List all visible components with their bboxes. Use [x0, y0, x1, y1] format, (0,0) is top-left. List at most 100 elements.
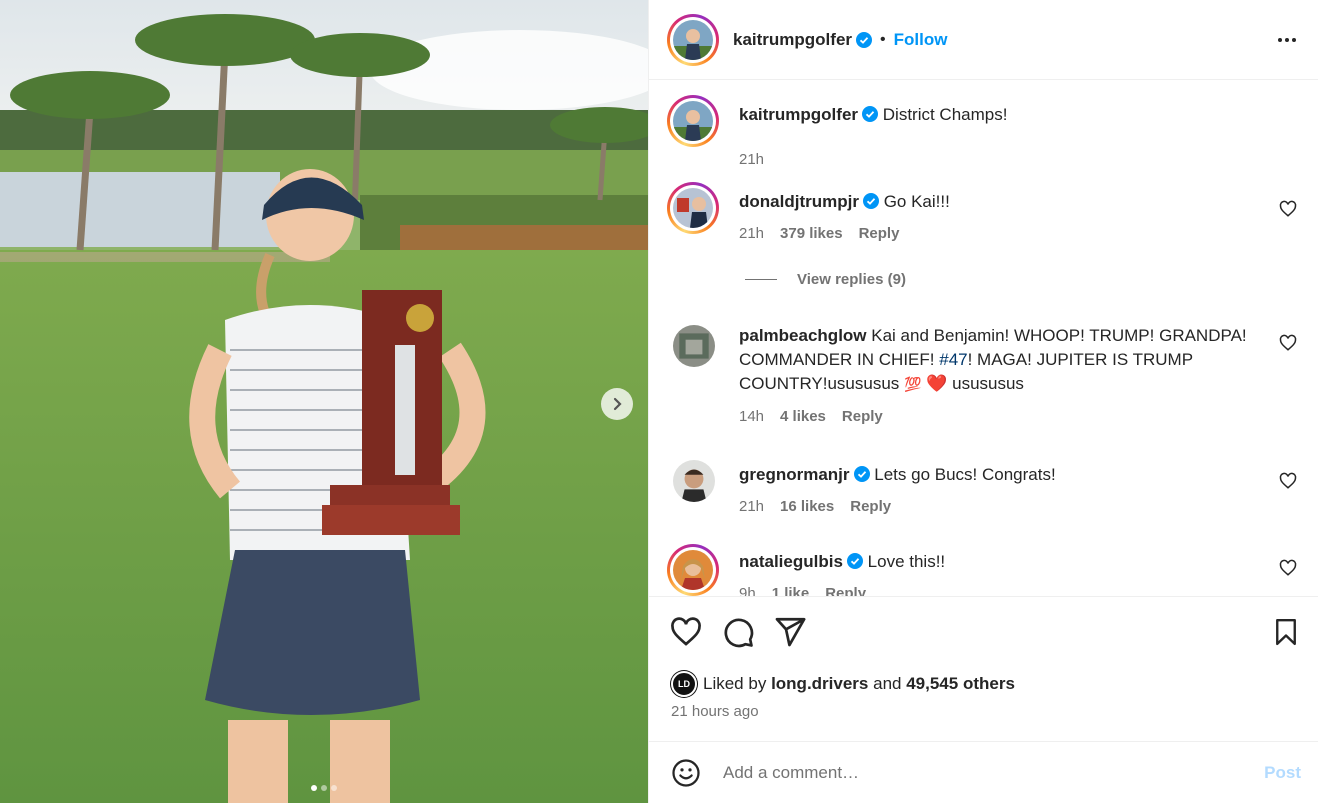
carousel-dot — [331, 785, 337, 791]
comment-meta: 14h 4 likes Reply — [739, 408, 883, 425]
comment-username[interactable]: gregnormanjr — [739, 465, 850, 484]
save-button[interactable] — [1271, 617, 1301, 652]
hashtag-link[interactable]: #47 — [939, 350, 967, 369]
hundred-emoji: 💯 — [904, 376, 922, 392]
carousel-indicator — [0, 785, 648, 791]
comment-item: gregnormanjr Lets go Bucs! Congrats! 21h… — [667, 459, 1297, 529]
comment-time: 14h — [739, 408, 765, 425]
author-avatar[interactable] — [667, 13, 719, 66]
comment-likes[interactable]: 16 likes — [780, 498, 834, 515]
post-actions: LD Liked by long.drivers and 49,545 othe… — [649, 596, 1318, 741]
liker-username[interactable]: long.drivers — [771, 674, 868, 694]
verified-badge-icon — [862, 193, 879, 209]
reply-button[interactable]: Reply — [850, 498, 891, 515]
comment-text: Lets go Bucs! Congrats! — [874, 465, 1056, 484]
liked-by: LD Liked by long.drivers and 49,545 othe… — [671, 671, 1015, 697]
commenter-avatar[interactable] — [667, 544, 719, 596]
comment-text: Love this!! — [867, 552, 946, 571]
instagram-post-view: kaitrumpgolfer • Follow kaitrumpgolfer D… — [0, 0, 1318, 803]
commenter-avatar[interactable] — [667, 182, 719, 234]
liked-by-prefix: Liked by — [703, 674, 767, 693]
avatar-image — [673, 101, 713, 141]
caption-text: District Champs! — [882, 105, 1008, 124]
post-side-panel: kaitrumpgolfer • Follow kaitrumpgolfer D… — [648, 0, 1318, 803]
post-photo — [0, 0, 648, 803]
reply-button[interactable]: Reply — [842, 408, 883, 425]
heart-icon — [671, 617, 701, 646]
carousel-dot — [311, 785, 317, 791]
heart-icon[interactable] — [1279, 334, 1297, 352]
send-plane-icon — [775, 617, 806, 647]
comment-likes[interactable]: 4 likes — [780, 408, 826, 425]
comment-username[interactable]: palmbeachglow — [739, 326, 867, 345]
comment-time: 9h — [739, 585, 756, 596]
comment-username[interactable]: donaldjtrumpjr — [739, 192, 859, 211]
liker-avatar[interactable]: LD — [671, 671, 697, 697]
comment-bubble-icon — [724, 618, 754, 648]
chevron-right-icon — [613, 397, 622, 411]
action-icons — [669, 615, 807, 654]
post-comment-button[interactable]: Post — [1264, 763, 1301, 783]
commenter-avatar[interactable] — [673, 460, 715, 502]
carousel-next-button[interactable] — [601, 388, 633, 420]
verified-badge-icon — [846, 553, 863, 569]
comment-input[interactable] — [723, 762, 1223, 783]
comment-likes[interactable]: 379 likes — [780, 225, 843, 242]
header-separator: • — [880, 30, 886, 48]
verified-badge-icon — [862, 106, 879, 122]
emoji-icon[interactable] — [671, 758, 701, 788]
comment-username[interactable]: nataliegulbis — [739, 552, 843, 571]
likes-count[interactable]: 49,545 others — [906, 674, 1015, 694]
comment-text-end: usususus — [952, 374, 1024, 393]
post-header: kaitrumpgolfer • Follow — [649, 0, 1318, 80]
comment-text-block: palmbeachglow Kai and Benjamin! WHOOP! T… — [739, 324, 1259, 396]
avatar-image — [673, 188, 713, 228]
comment-button[interactable] — [721, 615, 755, 654]
comment-text-line: donaldjtrumpjr Go Kai!!! — [739, 190, 1259, 214]
post-media[interactable] — [0, 0, 648, 803]
comment-text-line: nataliegulbis Love this!! — [739, 550, 1259, 574]
comments-list[interactable]: kaitrumpgolfer District Champs! 21h dona… — [649, 81, 1318, 596]
share-button[interactable] — [773, 615, 807, 654]
comment-item: palmbeachglow Kai and Benjamin! WHOOP! T… — [667, 322, 1297, 432]
replies-divider-line — [745, 279, 777, 280]
caption-author-avatar[interactable] — [667, 95, 719, 147]
reply-button[interactable]: Reply — [825, 585, 866, 596]
verified-badge-icon — [856, 31, 873, 48]
comment-item: nataliegulbis Love this!! 9h 1 like Repl… — [667, 544, 1297, 596]
liked-by-and: and — [873, 674, 902, 693]
comment-text-line: gregnormanjr Lets go Bucs! Congrats! — [739, 463, 1259, 487]
heart-icon[interactable] — [1279, 200, 1297, 218]
caption-text-line: kaitrumpgolfer District Champs! — [739, 103, 1259, 127]
heart-icon[interactable] — [1279, 472, 1297, 490]
comment-meta: 21h 379 likes Reply — [739, 225, 899, 242]
like-button[interactable] — [669, 615, 703, 654]
comment-text: Go Kai!!! — [883, 192, 950, 211]
bookmark-icon — [1276, 618, 1296, 646]
comment-composer: Post — [649, 741, 1318, 803]
post-timestamp[interactable]: 21 hours ago — [671, 703, 759, 720]
comment-item: donaldjtrumpjr Go Kai!!! 21h 379 likes R… — [667, 182, 1297, 297]
caption-time: 21h — [739, 151, 765, 168]
caption-meta: 21h — [739, 151, 764, 168]
author-username[interactable]: kaitrumpgolfer — [733, 30, 852, 50]
verified-badge-icon — [853, 466, 870, 482]
reply-button[interactable]: Reply — [859, 225, 900, 242]
carousel-dot — [321, 785, 327, 791]
comment-likes[interactable]: 1 like — [772, 585, 810, 596]
view-replies-label: View replies (9) — [797, 271, 906, 288]
more-horizontal-icon[interactable] — [1275, 28, 1299, 52]
heart-emoji: ❤️ — [926, 374, 948, 393]
comment-time: 21h — [739, 225, 765, 242]
follow-button[interactable]: Follow — [894, 30, 948, 50]
avatar-image — [673, 550, 713, 590]
commenter-avatar[interactable] — [673, 325, 715, 367]
comment-meta: 9h 1 like Reply — [739, 585, 866, 596]
comment-meta: 21h 16 likes Reply — [739, 498, 891, 515]
view-replies-button[interactable]: View replies (9) — [745, 271, 906, 288]
avatar-image — [673, 19, 713, 60]
comment-time: 21h — [739, 498, 765, 515]
post-caption: kaitrumpgolfer District Champs! 21h — [667, 95, 1297, 168]
heart-icon[interactable] — [1279, 559, 1297, 577]
caption-username[interactable]: kaitrumpgolfer — [739, 105, 858, 124]
